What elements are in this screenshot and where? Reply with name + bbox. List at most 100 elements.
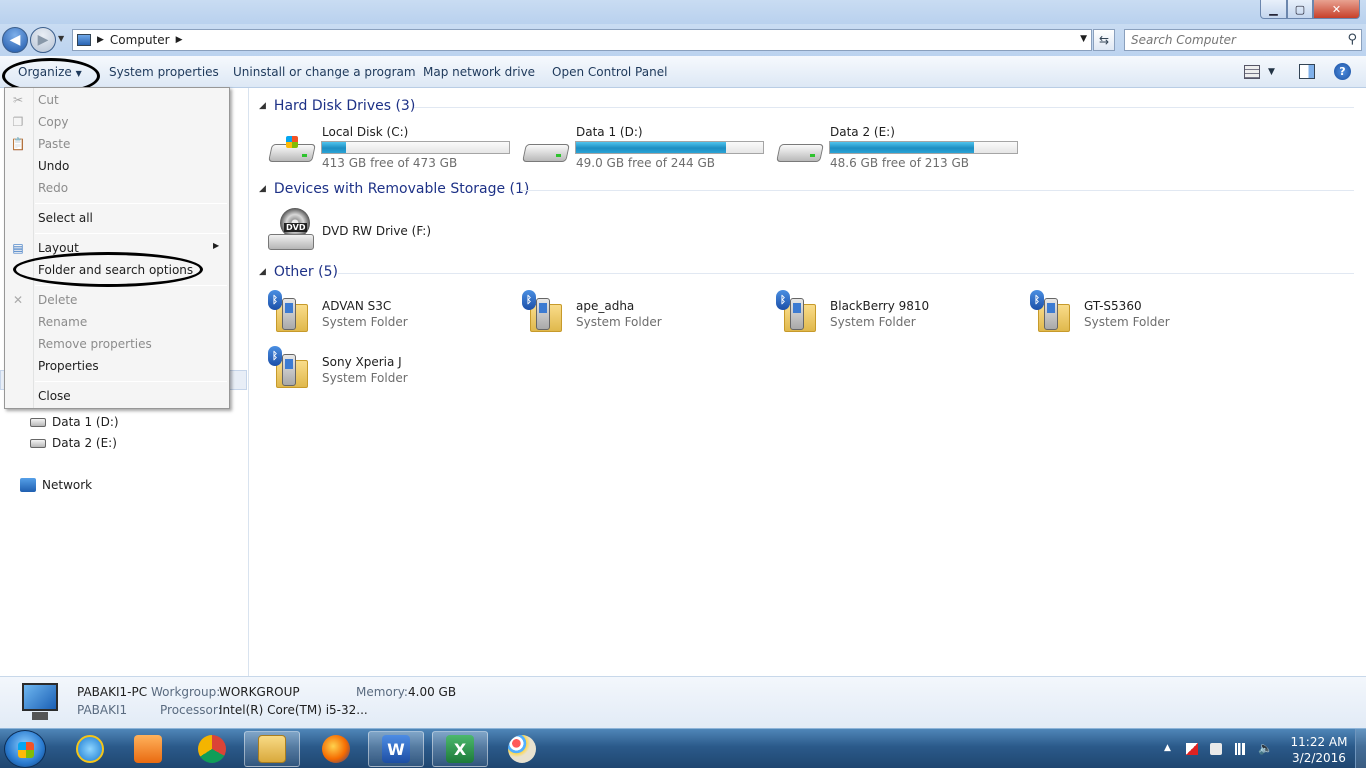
internet-explorer-icon — [76, 735, 104, 763]
folder-icon — [258, 735, 286, 763]
collapse-arrow-icon[interactable]: ◢ — [259, 101, 266, 111]
computer-icon — [18, 683, 62, 723]
computer-icon — [77, 34, 91, 46]
nav-item-data1[interactable]: Data 1 (D:) — [30, 415, 119, 429]
group-divider — [338, 273, 1354, 274]
menu-separator — [35, 203, 227, 204]
taskbar-paint[interactable] — [494, 731, 550, 767]
menu-item-delete[interactable]: Delete — [38, 293, 77, 307]
device-type: System Folder — [576, 315, 662, 329]
menu-item-close[interactable]: Close — [38, 389, 71, 403]
window-titlebar: ▁ ▢ ✕ — [0, 0, 1366, 24]
menu-item-cut[interactable]: Cut — [38, 93, 59, 107]
clock-date[interactable]: 3/2/2016 — [1288, 751, 1350, 765]
search-input[interactable] — [1125, 30, 1335, 50]
volume-icon[interactable]: 🔈 — [1258, 741, 1273, 755]
menu-item-paste[interactable]: Paste — [38, 137, 70, 151]
breadcrumb-arrow-icon[interactable]: ▶ — [176, 35, 183, 45]
device-name: ape_adha — [576, 299, 635, 313]
menu-item-select-all[interactable]: Select all — [38, 211, 93, 225]
device-type: System Folder — [830, 315, 916, 329]
help-icon[interactable]: ? — [1334, 63, 1351, 80]
back-button[interactable]: ◀ — [2, 27, 28, 53]
drive-free-space: 48.6 GB free of 213 GB — [830, 156, 969, 170]
refresh-button[interactable]: ⇆ — [1093, 29, 1115, 51]
navigation-bar: ◀ ▶ ▼ ▶ Computer ▶ ▼ ⇆ ⚲ — [0, 24, 1366, 56]
taskbar-internet-explorer[interactable] — [62, 731, 118, 767]
taskbar-excel[interactable]: X — [432, 731, 488, 767]
show-hidden-icons-icon[interactable]: ▲ — [1164, 743, 1176, 755]
drive-usage-fill — [576, 142, 726, 153]
taskbar-media-player[interactable] — [120, 731, 176, 767]
system-tray: ▲ 🔈 — [1160, 729, 1290, 768]
minimize-button[interactable]: ▁ — [1260, 0, 1287, 19]
media-player-icon — [134, 735, 162, 763]
nav-item-data2[interactable]: Data 2 (E:) — [30, 436, 117, 450]
uninstall-program-button[interactable]: Uninstall or change a program — [233, 65, 416, 79]
address-history-icon[interactable]: ▼ — [1080, 34, 1087, 44]
system-properties-button[interactable]: System properties — [109, 65, 219, 79]
preview-pane-icon[interactable] — [1299, 64, 1315, 79]
windows-drive-icon — [268, 134, 316, 166]
copy-icon: ❐ — [12, 115, 24, 129]
cut-icon: ✂ — [12, 93, 24, 107]
menu-item-remove-properties[interactable]: Remove properties — [38, 337, 152, 351]
recent-pages-icon[interactable]: ▼ — [58, 34, 64, 43]
taskbar-chrome[interactable] — [184, 731, 240, 767]
menu-item-undo[interactable]: Undo — [38, 159, 69, 173]
drive-free-space: 49.0 GB free of 244 GB — [576, 156, 715, 170]
taskbar-firefox[interactable] — [308, 731, 364, 767]
device-type: System Folder — [322, 315, 408, 329]
drive-usage-bar — [321, 141, 510, 154]
menu-item-rename[interactable]: Rename — [38, 315, 87, 329]
search-icon[interactable]: ⚲ — [1347, 32, 1357, 47]
taskbar-word[interactable]: W — [368, 731, 424, 767]
menu-item-redo[interactable]: Redo — [38, 181, 68, 195]
drive-usage-fill — [322, 142, 346, 153]
drive-name: Data 2 (E:) — [830, 125, 895, 139]
clock-time[interactable]: 11:22 AM — [1288, 735, 1350, 749]
map-network-drive-button[interactable]: Map network drive — [423, 65, 535, 79]
group-removable-storage[interactable]: ◢ Devices with Removable Storage (1) — [259, 181, 529, 197]
nav-item-label: Network — [42, 478, 93, 492]
group-hard-disk-drives[interactable]: ◢ Hard Disk Drives (3) — [259, 98, 415, 114]
nav-item-network[interactable]: Network — [20, 478, 92, 492]
forward-button[interactable]: ▶ — [30, 27, 56, 53]
device-icon[interactable] — [1210, 743, 1222, 755]
collapse-arrow-icon[interactable]: ◢ — [259, 184, 266, 194]
action-center-icon[interactable] — [1186, 743, 1198, 755]
device-name: Sony Xperia J — [322, 355, 402, 369]
dvd-logo-text: DVD — [284, 223, 308, 232]
word-icon: W — [382, 735, 410, 763]
change-view-icon[interactable] — [1244, 65, 1260, 79]
start-button[interactable] — [4, 730, 46, 768]
group-other[interactable]: ◢ Other (5) — [259, 264, 338, 280]
paste-icon: 📋 — [10, 137, 26, 151]
view-options-chevron-icon[interactable]: ▼ — [1268, 67, 1275, 77]
submenu-arrow-icon: ▶ — [213, 241, 220, 250]
search-box[interactable]: ⚲ — [1124, 29, 1362, 51]
organize-menu: ✂ Cut ❐ Copy 📋 Paste Undo Redo Select al… — [4, 87, 230, 409]
show-desktop-button[interactable] — [1355, 729, 1366, 768]
nav-item-label: Data 1 (D:) — [52, 415, 119, 429]
drive-usage-bar — [575, 141, 764, 154]
close-button[interactable]: ✕ — [1313, 0, 1360, 19]
workgroup-value: WORKGROUP — [219, 685, 300, 699]
group-divider — [520, 190, 1354, 191]
menu-item-copy[interactable]: Copy — [38, 115, 68, 129]
hard-drive-icon — [522, 134, 570, 166]
breadcrumb-arrow-icon[interactable]: ▶ — [97, 35, 104, 45]
hard-drive-icon — [776, 134, 824, 166]
menu-item-properties[interactable]: Properties — [38, 359, 99, 373]
address-bar[interactable]: ▶ Computer ▶ ▼ — [72, 29, 1092, 51]
details-pane: PABAKI1-PC Workgroup: WORKGROUP Memory: … — [0, 676, 1366, 728]
maximize-button[interactable]: ▢ — [1287, 0, 1313, 19]
open-control-panel-button[interactable]: Open Control Panel — [552, 65, 667, 79]
network-signal-icon[interactable] — [1234, 743, 1246, 755]
collapse-arrow-icon[interactable]: ◢ — [259, 267, 266, 277]
device-type: System Folder — [1084, 315, 1170, 329]
nav-item-label: Data 2 (E:) — [52, 436, 117, 450]
taskbar-windows-explorer[interactable] — [244, 731, 300, 767]
taskbar: W X ▲ 🔈 11:22 AM 3/2/2016 — [0, 728, 1366, 768]
breadcrumb-computer[interactable]: Computer — [110, 33, 170, 47]
